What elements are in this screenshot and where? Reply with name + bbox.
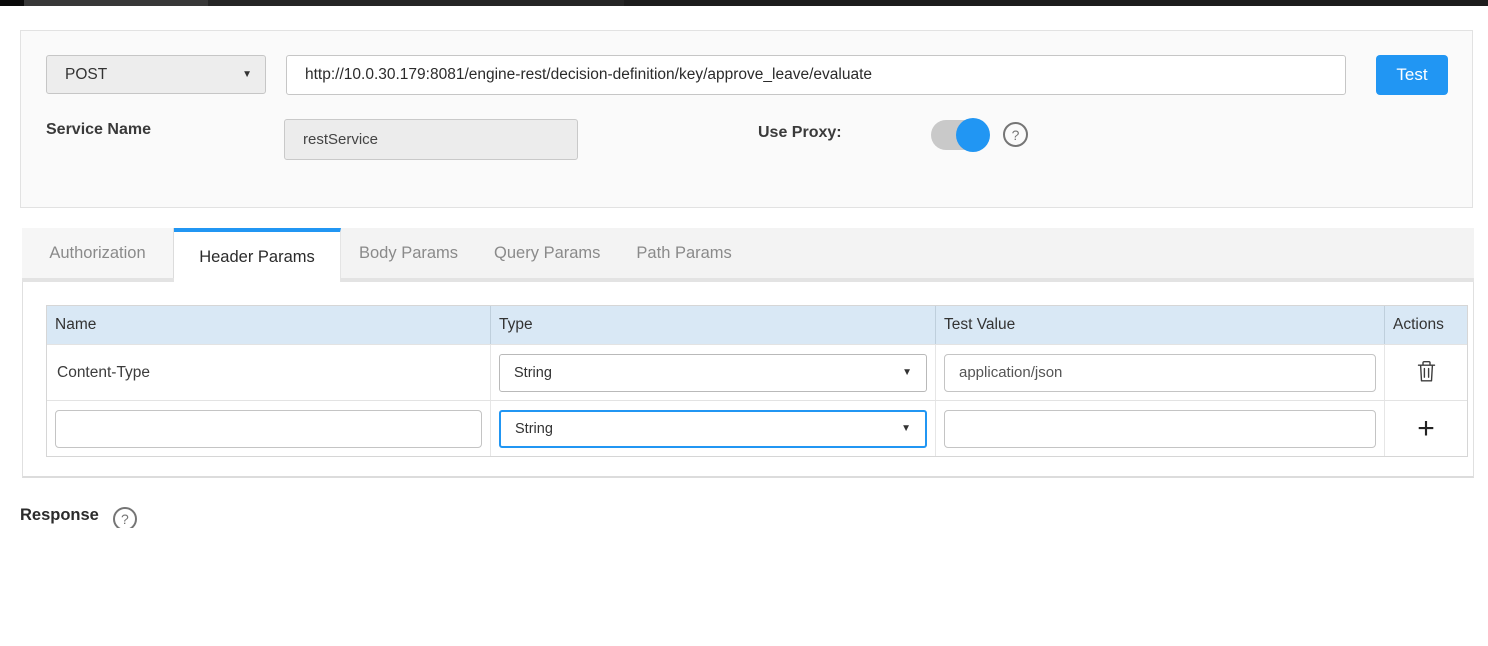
table-row-new: String ▼ + xyxy=(47,400,1467,456)
proxy-help-icon[interactable]: ? xyxy=(1003,122,1028,147)
tab-authorization[interactable]: Authorization xyxy=(22,228,174,278)
rest-service-config-page: POST ▼ Test Service Name Use Proxy: ? Au… xyxy=(0,0,1488,646)
param-name-value: Content-Type xyxy=(55,364,150,382)
response-label: Response xyxy=(20,503,99,525)
browser-chrome-bar xyxy=(0,0,1488,6)
tab-query-params[interactable]: Query Params xyxy=(476,228,618,278)
new-param-test-value-input[interactable] xyxy=(944,410,1376,448)
plus-icon: + xyxy=(1417,414,1435,444)
param-test-value-input[interactable] xyxy=(944,354,1376,392)
response-help-icon[interactable]: ? xyxy=(113,507,137,528)
table-header-row: Name Type Test Value Actions xyxy=(47,306,1467,344)
new-param-type-value: String xyxy=(515,421,553,437)
chrome-bar-segment xyxy=(0,0,24,6)
chevron-down-icon: ▼ xyxy=(242,69,252,80)
use-proxy-label: Use Proxy: xyxy=(758,124,842,142)
endpoint-url-input[interactable] xyxy=(286,55,1346,95)
column-header-name: Name xyxy=(47,306,491,344)
tab-header-params[interactable]: Header Params xyxy=(174,228,341,282)
params-tab-bar: Authorization Header Params Body Params … xyxy=(22,228,1474,282)
chevron-down-icon: ▼ xyxy=(902,367,912,378)
toggle-knob xyxy=(956,118,990,152)
column-header-actions: Actions xyxy=(1385,306,1467,344)
column-header-test-value: Test Value xyxy=(936,306,1385,344)
test-button[interactable]: Test xyxy=(1376,55,1448,95)
service-name-label: Service Name xyxy=(46,121,151,139)
column-header-type: Type xyxy=(491,306,936,344)
table-row: Content-Type String ▼ xyxy=(47,344,1467,400)
response-section: Response ? xyxy=(20,503,137,528)
chevron-down-icon: ▼ xyxy=(901,423,911,434)
param-type-select[interactable]: String ▼ xyxy=(499,354,927,392)
tab-path-params[interactable]: Path Params xyxy=(618,228,749,278)
new-param-name-input[interactable] xyxy=(55,410,482,448)
service-name-input[interactable] xyxy=(284,119,578,160)
http-method-value: POST xyxy=(65,66,107,84)
use-proxy-toggle[interactable] xyxy=(931,120,988,150)
header-params-panel: Name Type Test Value Actions Content-Typ… xyxy=(22,282,1474,478)
header-params-table: Name Type Test Value Actions Content-Typ… xyxy=(46,305,1468,457)
request-config-panel: POST ▼ Test Service Name Use Proxy: ? xyxy=(20,30,1473,208)
chrome-bar-segment xyxy=(208,0,624,6)
chrome-bar-tab-segment xyxy=(24,0,208,6)
trash-icon xyxy=(1416,360,1437,386)
param-type-value: String xyxy=(514,365,552,381)
add-row-button[interactable]: + xyxy=(1406,409,1446,449)
tab-body-params[interactable]: Body Params xyxy=(341,228,476,278)
http-method-select[interactable]: POST ▼ xyxy=(46,55,266,94)
delete-row-button[interactable] xyxy=(1406,353,1446,393)
new-param-type-select[interactable]: String ▼ xyxy=(499,410,927,448)
